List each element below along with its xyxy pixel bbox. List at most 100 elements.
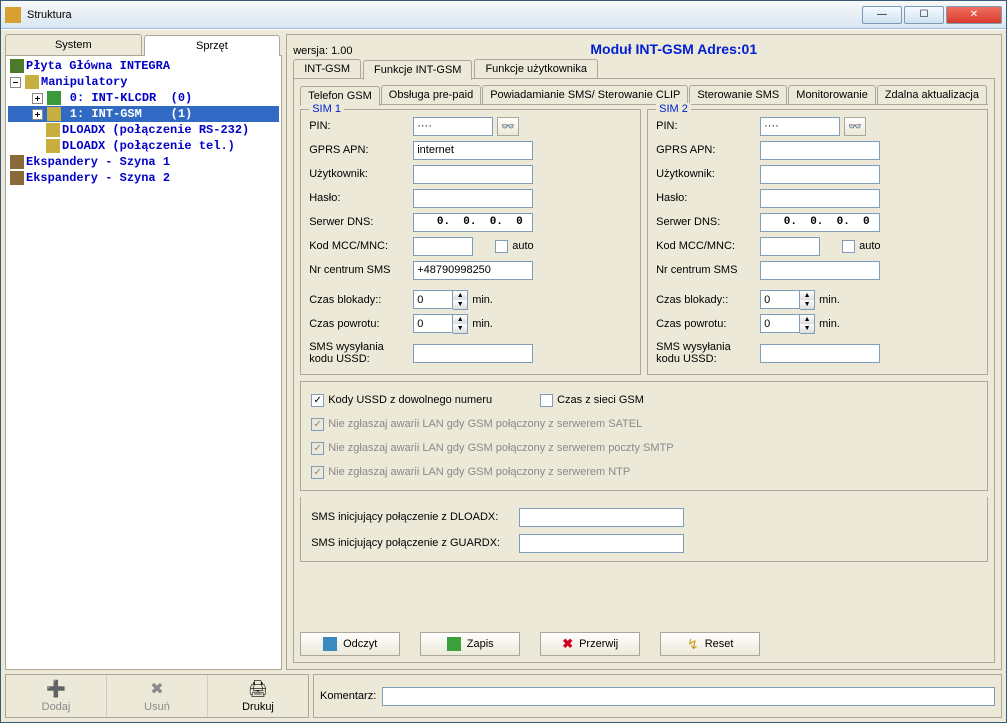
sim2-smsc-input[interactable] [760, 261, 880, 280]
spin-up-icon[interactable]: ▲ [800, 315, 814, 324]
sim1-group: SIM 1 PIN: 👓 GPRS APN: Uży [300, 109, 641, 375]
read-button[interactable]: Odczyt [300, 632, 400, 656]
sim2-auto-checkbox[interactable]: auto [842, 240, 880, 253]
abort-icon: ✖ [562, 636, 573, 652]
reset-button[interactable]: ↯ Reset [660, 632, 760, 656]
comment-input[interactable] [382, 687, 995, 706]
sim1-dns-input[interactable] [413, 213, 533, 232]
sim2-return-input[interactable] [760, 314, 800, 333]
sim2-apn-input[interactable] [760, 141, 880, 160]
sim1-auto-checkbox[interactable]: auto [495, 240, 533, 253]
subtab-prepaid[interactable]: Obsługa pre-paid [381, 85, 481, 104]
gsm-time-checkbox[interactable]: Czas z sieci GSM [540, 394, 644, 407]
sms-guardx-input[interactable] [519, 534, 684, 553]
reveal-pin-icon[interactable]: 👓 [497, 117, 519, 136]
label-return: Czas powrotu: [656, 318, 756, 330]
tree-exp2[interactable]: Ekspandery - Szyna 2 [8, 170, 279, 186]
unit-min: min. [819, 318, 840, 330]
tree-label: Manipulatory [41, 74, 127, 90]
sim2-user-input[interactable] [760, 165, 880, 184]
sim1-apn-input[interactable] [413, 141, 533, 160]
tab-functions[interactable]: Funkcje INT-GSM [363, 60, 472, 80]
unit-min: min. [472, 318, 493, 330]
label-auto: auto [512, 240, 533, 252]
spin-up-icon[interactable]: ▲ [453, 315, 467, 324]
tree-item-dloadx-tel[interactable]: DLOADX (połączenie tel.) [8, 138, 279, 154]
spin-down-icon[interactable]: ▼ [453, 324, 467, 333]
print-button[interactable]: 🖨 Drukuj [208, 675, 308, 717]
tree-root[interactable]: Płyta Główna INTEGRA [8, 58, 279, 74]
subtab-sms-clip[interactable]: Powiadamianie SMS/ Sterowanie CLIP [482, 85, 688, 104]
sim1-ussd-input[interactable] [413, 344, 533, 363]
button-label: Zapis [467, 638, 494, 650]
subtab-sms-ctrl[interactable]: Sterowanie SMS [689, 85, 787, 104]
abort-button[interactable]: ✖ Przerwij [540, 632, 640, 656]
spin-up-icon[interactable]: ▲ [800, 291, 814, 300]
unit-min: min. [819, 294, 840, 306]
sim1-mcc-input[interactable] [413, 237, 473, 256]
device-tree[interactable]: Płyta Główna INTEGRA Manipulatory 0: INT… [5, 56, 282, 670]
reveal-pin-icon[interactable]: 👓 [844, 117, 866, 136]
button-label: Dodaj [42, 701, 71, 713]
tree-label: 1: INT-GSM (1) [63, 106, 193, 122]
spin-down-icon[interactable]: ▼ [800, 300, 814, 309]
label-sms-guardx: SMS inicjujący połączenie z GUARDX: [311, 537, 513, 549]
sms-dloadx-input[interactable] [519, 508, 684, 527]
checkbox-label: Kody USSD z dowolnego numeru [328, 394, 492, 406]
label-apn: GPRS APN: [309, 144, 409, 156]
titlebar: Struktura [1, 1, 1006, 29]
read-icon [323, 637, 337, 651]
tree-item-klcdr[interactable]: 0: INT-KLCDR (0) [8, 90, 279, 106]
checkbox-label: Czas z sieci GSM [557, 394, 644, 406]
tab-system[interactable]: System [5, 34, 142, 55]
delete-icon: ✖ [150, 679, 163, 699]
sim2-mcc-input[interactable] [760, 237, 820, 256]
sim1-return-input[interactable] [413, 314, 453, 333]
write-button[interactable]: Zapis [420, 632, 520, 656]
sim2-pin-input[interactable] [760, 117, 840, 136]
label-ussd: SMS wysyłania kodu USSD: [656, 341, 756, 365]
sim1-user-input[interactable] [413, 165, 533, 184]
sim1-lock-input[interactable] [413, 290, 453, 309]
tree-item-intgsm[interactable]: 1: INT-GSM (1) [8, 106, 279, 122]
spin-down-icon[interactable]: ▼ [453, 300, 467, 309]
tab-intgsm[interactable]: INT-GSM [293, 59, 361, 78]
button-label: Drukuj [242, 701, 274, 713]
sim2-pass-input[interactable] [760, 189, 880, 208]
label-mcc: Kod MCC/MNC: [309, 240, 409, 252]
label-apn: GPRS APN: [656, 144, 756, 156]
sim2-lock-input[interactable] [760, 290, 800, 309]
ussd-any-checkbox[interactable]: Kody USSD z dowolnego numeru [311, 394, 492, 407]
tab-hardware[interactable]: Sprzęt [144, 35, 281, 56]
sim1-pin-input[interactable] [413, 117, 493, 136]
tab-user-functions[interactable]: Funkcje użytkownika [474, 59, 598, 78]
label-pass: Hasło: [656, 192, 756, 204]
reset-icon: ↯ [687, 636, 699, 653]
sim2-dns-input[interactable] [760, 213, 880, 232]
minimize-button[interactable] [862, 6, 902, 24]
expand-icon[interactable] [32, 93, 43, 104]
collapse-icon[interactable] [10, 77, 21, 88]
tree-label: 0: INT-KLCDR (0) [63, 90, 193, 106]
button-label: Usuń [144, 701, 170, 713]
spin-up-icon[interactable]: ▲ [453, 291, 467, 300]
label-mcc: Kod MCC/MNC: [656, 240, 756, 252]
sim1-smsc-input[interactable] [413, 261, 533, 280]
checkbox-label: Nie zgłaszaj awarii LAN gdy GSM połączon… [328, 442, 673, 454]
sim1-pass-input[interactable] [413, 189, 533, 208]
tree-manipulators[interactable]: Manipulatory [8, 74, 279, 90]
tree-label: Ekspandery - Szyna 2 [26, 170, 170, 186]
close-button[interactable] [946, 6, 1002, 24]
tree-label: DLOADX (połączenie tel.) [62, 138, 235, 154]
tree-exp1[interactable]: Ekspandery - Szyna 1 [8, 154, 279, 170]
tree-item-dloadx-rs[interactable]: DLOADX (połączenie RS-232) [8, 122, 279, 138]
checkbox-label: Nie zgłaszaj awarii LAN gdy GSM połączon… [328, 466, 630, 478]
expand-icon[interactable] [32, 109, 43, 120]
subtab-remote-update[interactable]: Zdalna aktualizacja [877, 85, 987, 104]
sim2-ussd-input[interactable] [760, 344, 880, 363]
lan-satel-checkbox: Nie zgłaszaj awarii LAN gdy GSM połączon… [311, 418, 642, 431]
subtab-monitoring[interactable]: Monitorowanie [788, 85, 876, 104]
label-pin: PIN: [656, 120, 756, 132]
maximize-button[interactable] [904, 6, 944, 24]
spin-down-icon[interactable]: ▼ [800, 324, 814, 333]
